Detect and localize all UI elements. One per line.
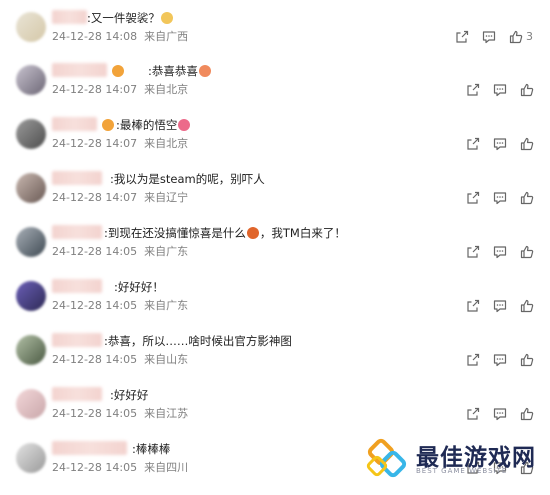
comment-actions [0, 407, 550, 421]
share-icon[interactable] [466, 353, 480, 367]
comment-item: :好好好 24-12-28 14:05 来自江苏 [0, 387, 550, 441]
comment-icon[interactable] [493, 137, 507, 151]
user-badge-icon [112, 65, 124, 77]
thumbs-up-icon[interactable] [520, 137, 534, 151]
comment-text-content: :又一件袈裟？ [87, 11, 160, 25]
share-icon[interactable] [466, 299, 480, 313]
emoji-icon [178, 119, 191, 131]
comment-actions: 3 [0, 30, 550, 44]
comment-text-content: :棒棒棒 [132, 442, 171, 456]
comment-actions [0, 353, 550, 367]
username-blurred[interactable] [52, 171, 102, 185]
thumbs-up-icon[interactable] [520, 245, 534, 259]
comment-icon[interactable] [493, 407, 507, 421]
comment-text: :好好好！ [114, 279, 164, 295]
share-icon[interactable] [466, 137, 480, 151]
share-icon[interactable] [466, 407, 480, 421]
comment-text-content: :最棒的悟空 [116, 118, 178, 132]
comment-text-part1: :到现在还没搞懂惊喜是什么 [104, 226, 246, 240]
thumbs-up-icon[interactable] [520, 191, 534, 205]
share-icon[interactable] [466, 83, 480, 97]
watermark-subtitle: BEST GAME WEBSITE [416, 467, 508, 475]
comment-text: :到现在还没搞懂惊喜是什么 ，我TM白来了！ [104, 225, 346, 241]
comment-text: :我以为是steam的呢，别吓人 [110, 171, 265, 187]
comment-text-part2: ，我TM白来了！ [259, 226, 346, 240]
comment-icon[interactable] [482, 30, 496, 44]
thumbs-up-icon[interactable] [520, 353, 534, 367]
username-blurred[interactable] [52, 10, 87, 24]
comment-text: :又一件袈裟？ [87, 10, 174, 26]
comment-icon[interactable] [493, 83, 507, 97]
share-icon[interactable] [466, 191, 480, 205]
username-blurred[interactable] [52, 63, 107, 77]
share-icon[interactable] [466, 245, 480, 259]
username-blurred[interactable] [52, 117, 97, 131]
comment-icon[interactable] [493, 245, 507, 259]
comment-text-content: :恭喜恭喜 [148, 64, 198, 78]
comment-actions [0, 299, 550, 313]
comment-text-content: :我以为是steam的呢，别吓人 [110, 172, 265, 186]
username-blurred[interactable] [52, 333, 102, 347]
comment-text: :最棒的悟空 [116, 117, 191, 133]
emoji-icon [198, 65, 211, 77]
watermark-logo: 最佳游戏网 BEST GAME WEBSITE [364, 437, 546, 481]
comment-item: :好好好！ 24-12-28 14:05 来自广东 [0, 279, 550, 333]
thumbs-up-icon[interactable] [520, 83, 534, 97]
comment-icon[interactable] [493, 299, 507, 313]
comment-item: :到现在还没搞懂惊喜是什么 ，我TM白来了！ 24-12-28 14:05 来自广东 [0, 225, 550, 279]
comment-icon[interactable] [493, 191, 507, 205]
emoji-icon [246, 227, 259, 239]
comment-text: :好好好 [110, 387, 148, 403]
comment-text: :恭喜，所以……啥时候出官方影神图 [104, 333, 292, 349]
comment-text: :恭喜恭喜 [148, 63, 212, 79]
comment-text-content: :好好好 [110, 388, 149, 402]
comment-text: :棒棒棒 [132, 441, 170, 457]
thumbs-up-icon[interactable] [509, 30, 523, 44]
comment-actions [0, 245, 550, 259]
username-blurred[interactable] [52, 225, 102, 239]
username-blurred[interactable] [52, 387, 102, 401]
username-blurred[interactable] [52, 441, 127, 455]
thumbs-up-icon[interactable] [520, 407, 534, 421]
comment-item: :我以为是steam的呢，别吓人 24-12-28 14:07 来自辽宁 [0, 171, 550, 225]
comment-text-content: :恭喜，所以……啥时候出官方影神图 [104, 334, 292, 348]
like-count: 3 [526, 30, 533, 43]
comment-text-content: :好好好！ [114, 280, 164, 294]
comment-item: :恭喜，所以……啥时候出官方影神图 24-12-28 14:05 来自山东 [0, 333, 550, 387]
comment-actions [0, 83, 550, 97]
comment-icon[interactable] [493, 353, 507, 367]
username-blurred[interactable] [52, 279, 102, 293]
user-badge-icon [102, 119, 114, 131]
comment-item: :又一件袈裟？ 24-12-28 14:08 来自广西 3 [0, 10, 550, 64]
comment-item: :最棒的悟空 24-12-28 14:07 来自北京 [0, 117, 550, 171]
comment-actions [0, 137, 550, 151]
share-icon[interactable] [455, 30, 469, 44]
comment-item: :恭喜恭喜 24-12-28 14:07 来自北京 [0, 63, 550, 117]
emoji-icon [160, 12, 173, 24]
watermark-emblem-icon [366, 438, 407, 478]
thumbs-up-icon[interactable] [520, 299, 534, 313]
comment-actions [0, 191, 550, 205]
